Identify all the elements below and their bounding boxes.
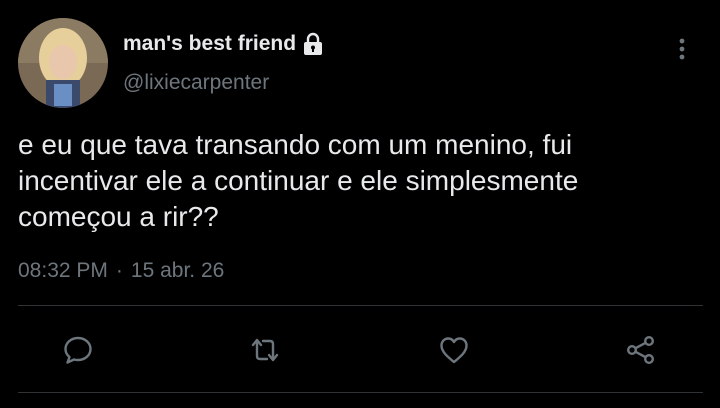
retweet-icon — [251, 338, 279, 362]
meta-separator: · — [115, 259, 123, 282]
lock-icon — [302, 32, 324, 56]
share-button[interactable] — [624, 333, 658, 367]
tweet-time: 08:32 PM — [18, 259, 108, 282]
retweet-button[interactable] — [248, 333, 282, 367]
comment-icon — [64, 336, 92, 364]
user-handle[interactable]: @lixiecarpenter — [123, 71, 269, 95]
share-icon — [627, 336, 655, 365]
more-options-icon[interactable] — [672, 36, 692, 62]
like-button[interactable] — [437, 333, 471, 367]
tweet-card: man's best friend @lixiecarpenter e eu q… — [0, 0, 720, 408]
tweet-text: e eu que tava transando com um menino, f… — [18, 129, 579, 232]
divider — [18, 305, 703, 306]
avatar[interactable] — [18, 18, 108, 108]
reply-button[interactable] — [61, 333, 95, 367]
heart-icon — [440, 337, 468, 364]
divider — [18, 392, 703, 393]
tweet-date: 15 abr. 26 — [130, 259, 225, 282]
tweet-timestamp[interactable]: 08:32 PM · 15 abr. 26 — [18, 259, 224, 283]
display-name[interactable]: man's best friend — [123, 32, 324, 56]
avatar-image — [18, 18, 108, 108]
display-name-text: man's best friend — [123, 32, 297, 55]
